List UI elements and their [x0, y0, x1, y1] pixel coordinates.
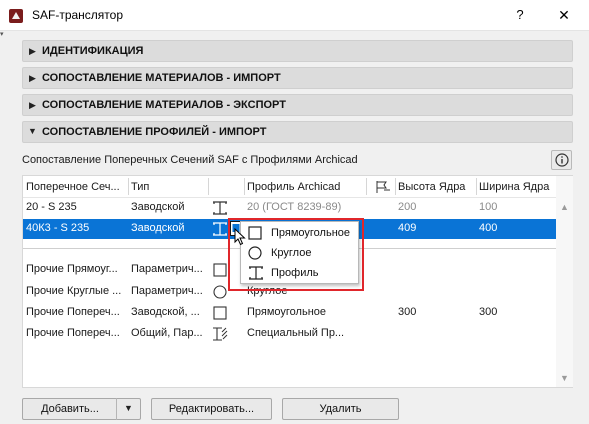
core-width-cell: 100 — [479, 201, 498, 213]
profile-flag-icon — [375, 180, 391, 197]
cross-section-cell: Прочие Круглые ... — [26, 285, 122, 297]
column-divider[interactable] — [128, 178, 129, 195]
type-cell: Заводской — [131, 201, 185, 213]
archicad-profile-cell: Прямоугольное — [247, 306, 327, 318]
cross-section-cell: 20 - S 235 — [26, 201, 77, 213]
chevron-down-icon: ▼ — [28, 126, 37, 136]
help-button[interactable]: ? — [509, 4, 531, 26]
rectangle-icon — [213, 306, 227, 323]
collapse-marker-icon: ▾ — [0, 31, 4, 38]
section-title: СОПОСТАВЛЕНИЕ МАТЕРИАЛОВ - ИМПОРТ — [42, 72, 281, 84]
column-divider[interactable] — [208, 178, 209, 195]
table-row[interactable]: Прочие Круглые ... Параметрич... Круглое — [23, 282, 556, 302]
title-bar: SAF-транслятор ? ✕ — [0, 0, 589, 31]
core-width-cell: 300 — [479, 306, 498, 318]
delete-button[interactable]: Удалить — [282, 398, 399, 420]
cross-section-cell: Прочие Попереч... — [26, 327, 120, 339]
window-title: SAF-транслятор — [32, 8, 124, 22]
column-header-core-width[interactable]: Ширина Ядра — [479, 181, 555, 193]
section-identification[interactable]: ▶ ИДЕНТИФИКАЦИЯ — [22, 40, 573, 62]
app-icon — [9, 9, 23, 23]
core-height-cell: 409 — [398, 222, 417, 234]
section-title: ИДЕНТИФИКАЦИЯ — [42, 45, 144, 57]
cross-section-cell: Прочие Попереч... — [26, 306, 120, 318]
section-material-import[interactable]: ▶ СОПОСТАВЛЕНИЕ МАТЕРИАЛОВ - ИМПОРТ — [22, 67, 573, 89]
info-icon — [555, 153, 569, 167]
section-profile-import[interactable]: ▼ СОПОСТАВЛЕНИЕ ПРОФИЛЕЙ - ИМПОРТ — [22, 121, 573, 143]
table-scrollbar[interactable]: ▲ ▼ — [556, 176, 573, 387]
column-header-cross-section[interactable]: Поперечное Сеч... — [26, 181, 128, 193]
menu-item-label: Профиль — [271, 267, 319, 279]
mapping-description: Сопоставление Поперечных Сечений SAF с П… — [22, 154, 358, 166]
menu-item-round[interactable]: Круглое — [241, 243, 360, 263]
type-cell: Параметрич... — [131, 263, 203, 275]
menu-item-profile[interactable]: Профиль — [241, 263, 360, 283]
table-row[interactable]: Прочие Попереч... Общий, Пар... Специаль… — [23, 324, 556, 344]
add-button[interactable]: Добавить... — [23, 399, 117, 419]
type-cell: Заводской, ... — [131, 306, 200, 318]
add-dropdown-chevron-down-icon[interactable]: ▼ — [117, 398, 140, 420]
core-width-cell: 400 — [479, 222, 498, 234]
type-cell: Общий, Пар... — [131, 327, 203, 339]
i-beam-icon — [212, 201, 228, 218]
cross-section-cell: Прочие Прямоуг... — [26, 263, 118, 275]
column-header-core-height[interactable]: Высота Ядра — [398, 181, 476, 193]
core-height-cell: 200 — [398, 201, 417, 213]
column-header-archicad-profile[interactable]: Профиль Archicad — [247, 181, 365, 193]
chevron-right-icon: ▶ — [29, 100, 36, 110]
scroll-down-icon[interactable]: ▼ — [560, 373, 569, 383]
i-beam-icon — [248, 266, 264, 283]
menu-item-rectangular[interactable]: Прямоугольное — [241, 223, 360, 243]
i-beam-icon — [212, 222, 228, 239]
table-row[interactable]: Прочие Попереч... Заводской, ... Прямоуг… — [23, 303, 556, 323]
cross-section-cell: 40К3 - S 235 — [26, 222, 90, 234]
type-cell: Заводской — [131, 222, 185, 234]
section-title: СОПОСТАВЛЕНИЕ МАТЕРИАЛОВ - ЭКСПОРТ — [42, 99, 286, 111]
column-divider[interactable] — [244, 178, 245, 195]
column-divider[interactable] — [395, 178, 396, 195]
chevron-right-icon: ▶ — [29, 73, 36, 83]
info-button[interactable] — [551, 150, 572, 170]
close-button[interactable]: ✕ — [553, 4, 575, 26]
chevron-right-icon: ▶ — [29, 46, 36, 56]
rectangle-icon — [248, 226, 262, 243]
table-row[interactable]: 20 - S 235 Заводской 20 (ГОСТ 8239-89) 2… — [23, 198, 556, 218]
archicad-profile-cell: Специальный Пр... — [247, 327, 345, 339]
rectangle-icon — [213, 263, 227, 280]
section-title: СОПОСТАВЛЕНИЕ ПРОФИЛЕЙ - ИМПОРТ — [42, 126, 267, 138]
circle-icon — [213, 285, 227, 302]
shape-popup-menu: Прямоугольное Круглое Профиль — [240, 221, 359, 284]
column-divider[interactable] — [476, 178, 477, 195]
special-profile-icon — [212, 326, 228, 345]
core-height-cell: 300 — [398, 306, 417, 318]
type-cell: Параметрич... — [131, 285, 203, 297]
column-header-type[interactable]: Тип — [131, 181, 207, 193]
menu-item-label: Круглое — [271, 247, 312, 259]
section-material-export[interactable]: ▶ СОПОСТАВЛЕНИЕ МАТЕРИАЛОВ - ЭКСПОРТ — [22, 94, 573, 116]
mouse-cursor-icon — [234, 228, 246, 246]
column-divider[interactable] — [366, 178, 367, 195]
archicad-profile-cell: 20 (ГОСТ 8239-89) — [247, 201, 342, 213]
edit-button[interactable]: Редактировать... — [151, 398, 272, 420]
scroll-up-icon[interactable]: ▲ — [560, 202, 569, 212]
circle-icon — [248, 246, 262, 263]
archicad-profile-cell: Круглое — [247, 285, 288, 297]
menu-item-label: Прямоугольное — [271, 227, 351, 239]
